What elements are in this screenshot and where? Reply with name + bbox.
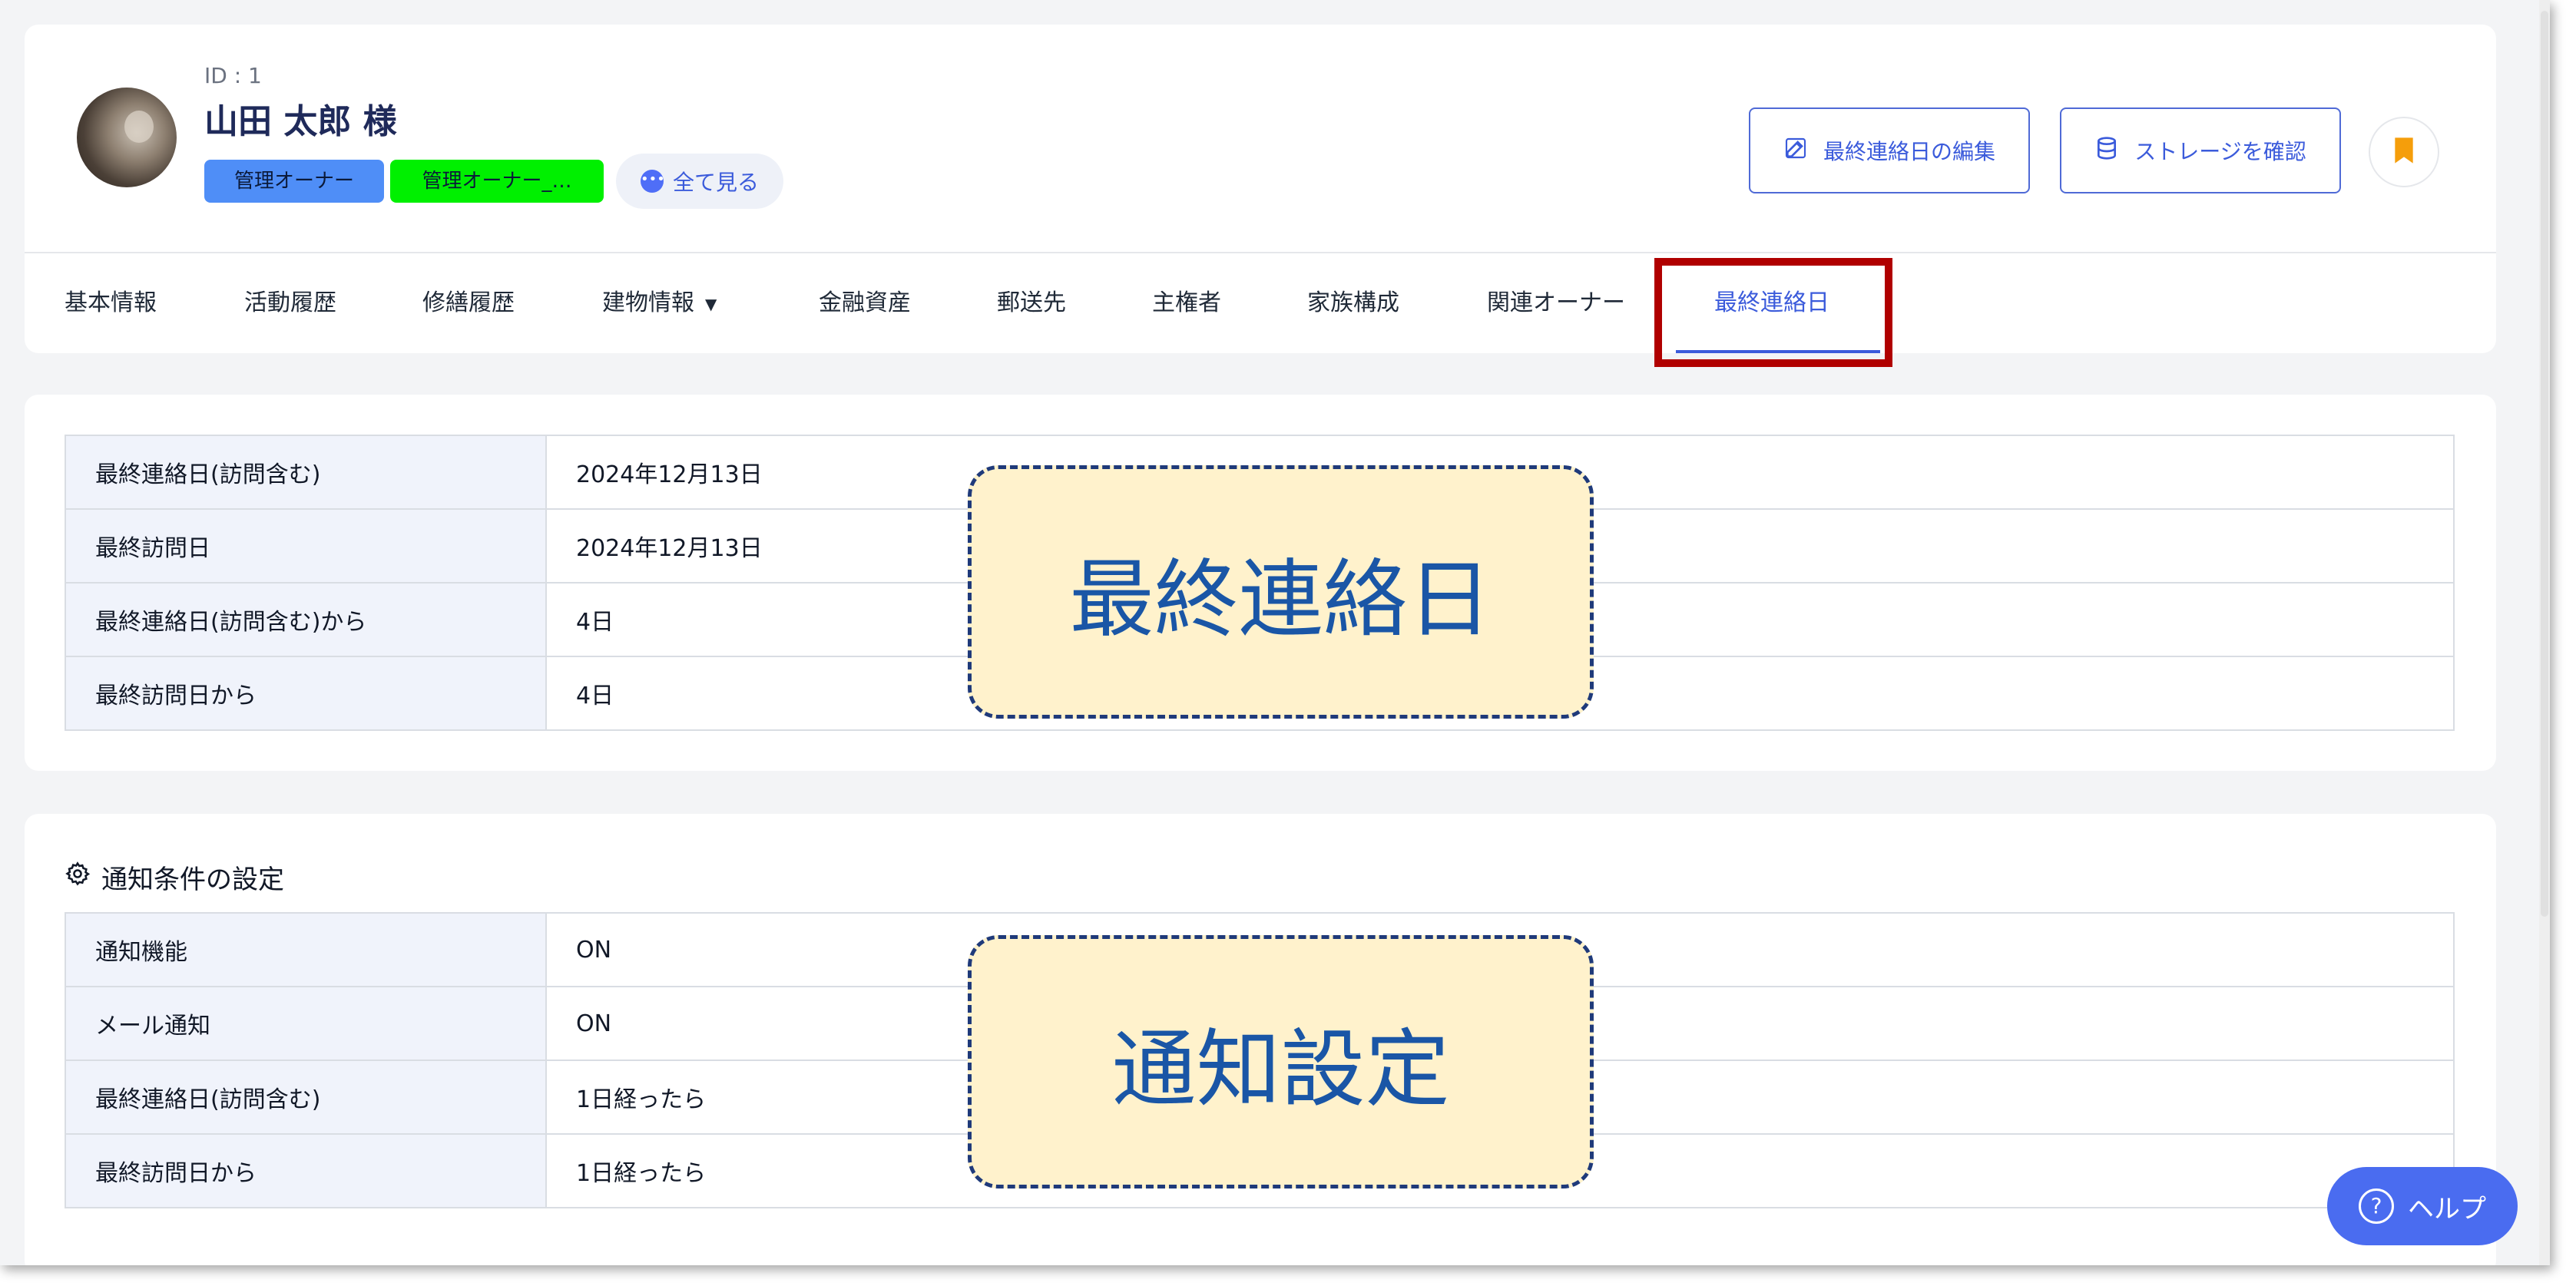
- owner-id: ID : 1: [204, 63, 262, 88]
- tab-repair-history[interactable]: 修繕履歴: [422, 253, 515, 353]
- tab-family[interactable]: 家族構成: [1307, 253, 1399, 353]
- owner-name: 山田 太郎 様: [204, 102, 397, 141]
- more-icon: •••: [640, 170, 665, 193]
- last-contact-callout: 最終連絡日: [968, 465, 1594, 719]
- tab-label: 建物情報: [602, 289, 694, 316]
- help-label: ヘルプ: [2408, 1193, 2486, 1225]
- see-all-button[interactable]: ••• 全て見る: [616, 154, 783, 209]
- bookmark-button[interactable]: [2369, 117, 2439, 187]
- tab-activity-history[interactable]: 活動履歴: [244, 253, 336, 353]
- tab-financial-assets[interactable]: 金融資産: [819, 253, 911, 353]
- help-icon: ?: [2359, 1188, 2394, 1224]
- scrollbar[interactable]: [2539, 0, 2550, 1265]
- owner-tag[interactable]: 管理オーナー: [204, 160, 384, 203]
- owner-header-card: ID : 1 山田 太郎 様 管理オーナー 管理オーナー_… ••• 全て見る …: [25, 25, 2496, 353]
- tab-sovereign[interactable]: 主権者: [1152, 253, 1221, 353]
- table-key: 最終連絡日(訪問含む): [65, 1060, 547, 1135]
- tab-related-owners[interactable]: 関連オーナー: [1487, 253, 1625, 353]
- table-key: 最終訪問日: [65, 508, 547, 583]
- help-button[interactable]: ? ヘルプ: [2327, 1167, 2518, 1245]
- table-key: メール通知: [65, 986, 547, 1061]
- section-title-text: 通知条件の設定: [101, 864, 284, 895]
- tab-label: 修繕履歴: [422, 289, 515, 316]
- see-all-label: 全て見る: [672, 170, 759, 195]
- edit-last-contact-button[interactable]: 最終連絡日の編集: [1749, 107, 2030, 193]
- tab-basic-info[interactable]: 基本情報: [65, 253, 157, 353]
- edit-last-contact-label: 最終連絡日の編集: [1823, 139, 1995, 164]
- edit-icon: [1783, 136, 1808, 166]
- database-icon: [2094, 136, 2119, 166]
- tab-building-info[interactable]: 建物情報 ▼: [602, 253, 717, 353]
- table-key: 通知機能: [65, 912, 547, 987]
- section-title: 通知条件の設定: [65, 858, 284, 896]
- app-frame: ID : 1 山田 太郎 様 管理オーナー 管理オーナー_… ••• 全て見る …: [0, 0, 2550, 1265]
- table-key: 最終訪問日から: [65, 656, 547, 731]
- bookmark-icon: [2391, 135, 2417, 169]
- owner-tag[interactable]: 管理オーナー_…: [390, 160, 604, 203]
- table-key: 最終訪問日から: [65, 1133, 547, 1208]
- notification-callout: 通知設定: [968, 935, 1594, 1188]
- avatar: [77, 88, 177, 187]
- tab-highlight-annotation: [1654, 258, 1892, 367]
- gear-icon: [65, 861, 91, 894]
- tab-bar: 基本情報 活動履歴 修繕履歴 建物情報 ▼ 金融資産 郵送先 主権者 家族構成 関…: [25, 253, 2496, 353]
- tab-mailing-address[interactable]: 郵送先: [997, 253, 1066, 353]
- caret-down-icon: ▼: [705, 294, 717, 313]
- table-key: 最終連絡日(訪問含む): [65, 435, 547, 510]
- table-key: 最終連絡日(訪問含む)から: [65, 582, 547, 657]
- check-storage-label: ストレージを確認: [2134, 139, 2306, 164]
- scrollbar-thumb[interactable]: [2541, 11, 2548, 917]
- check-storage-button[interactable]: ストレージを確認: [2060, 107, 2341, 193]
